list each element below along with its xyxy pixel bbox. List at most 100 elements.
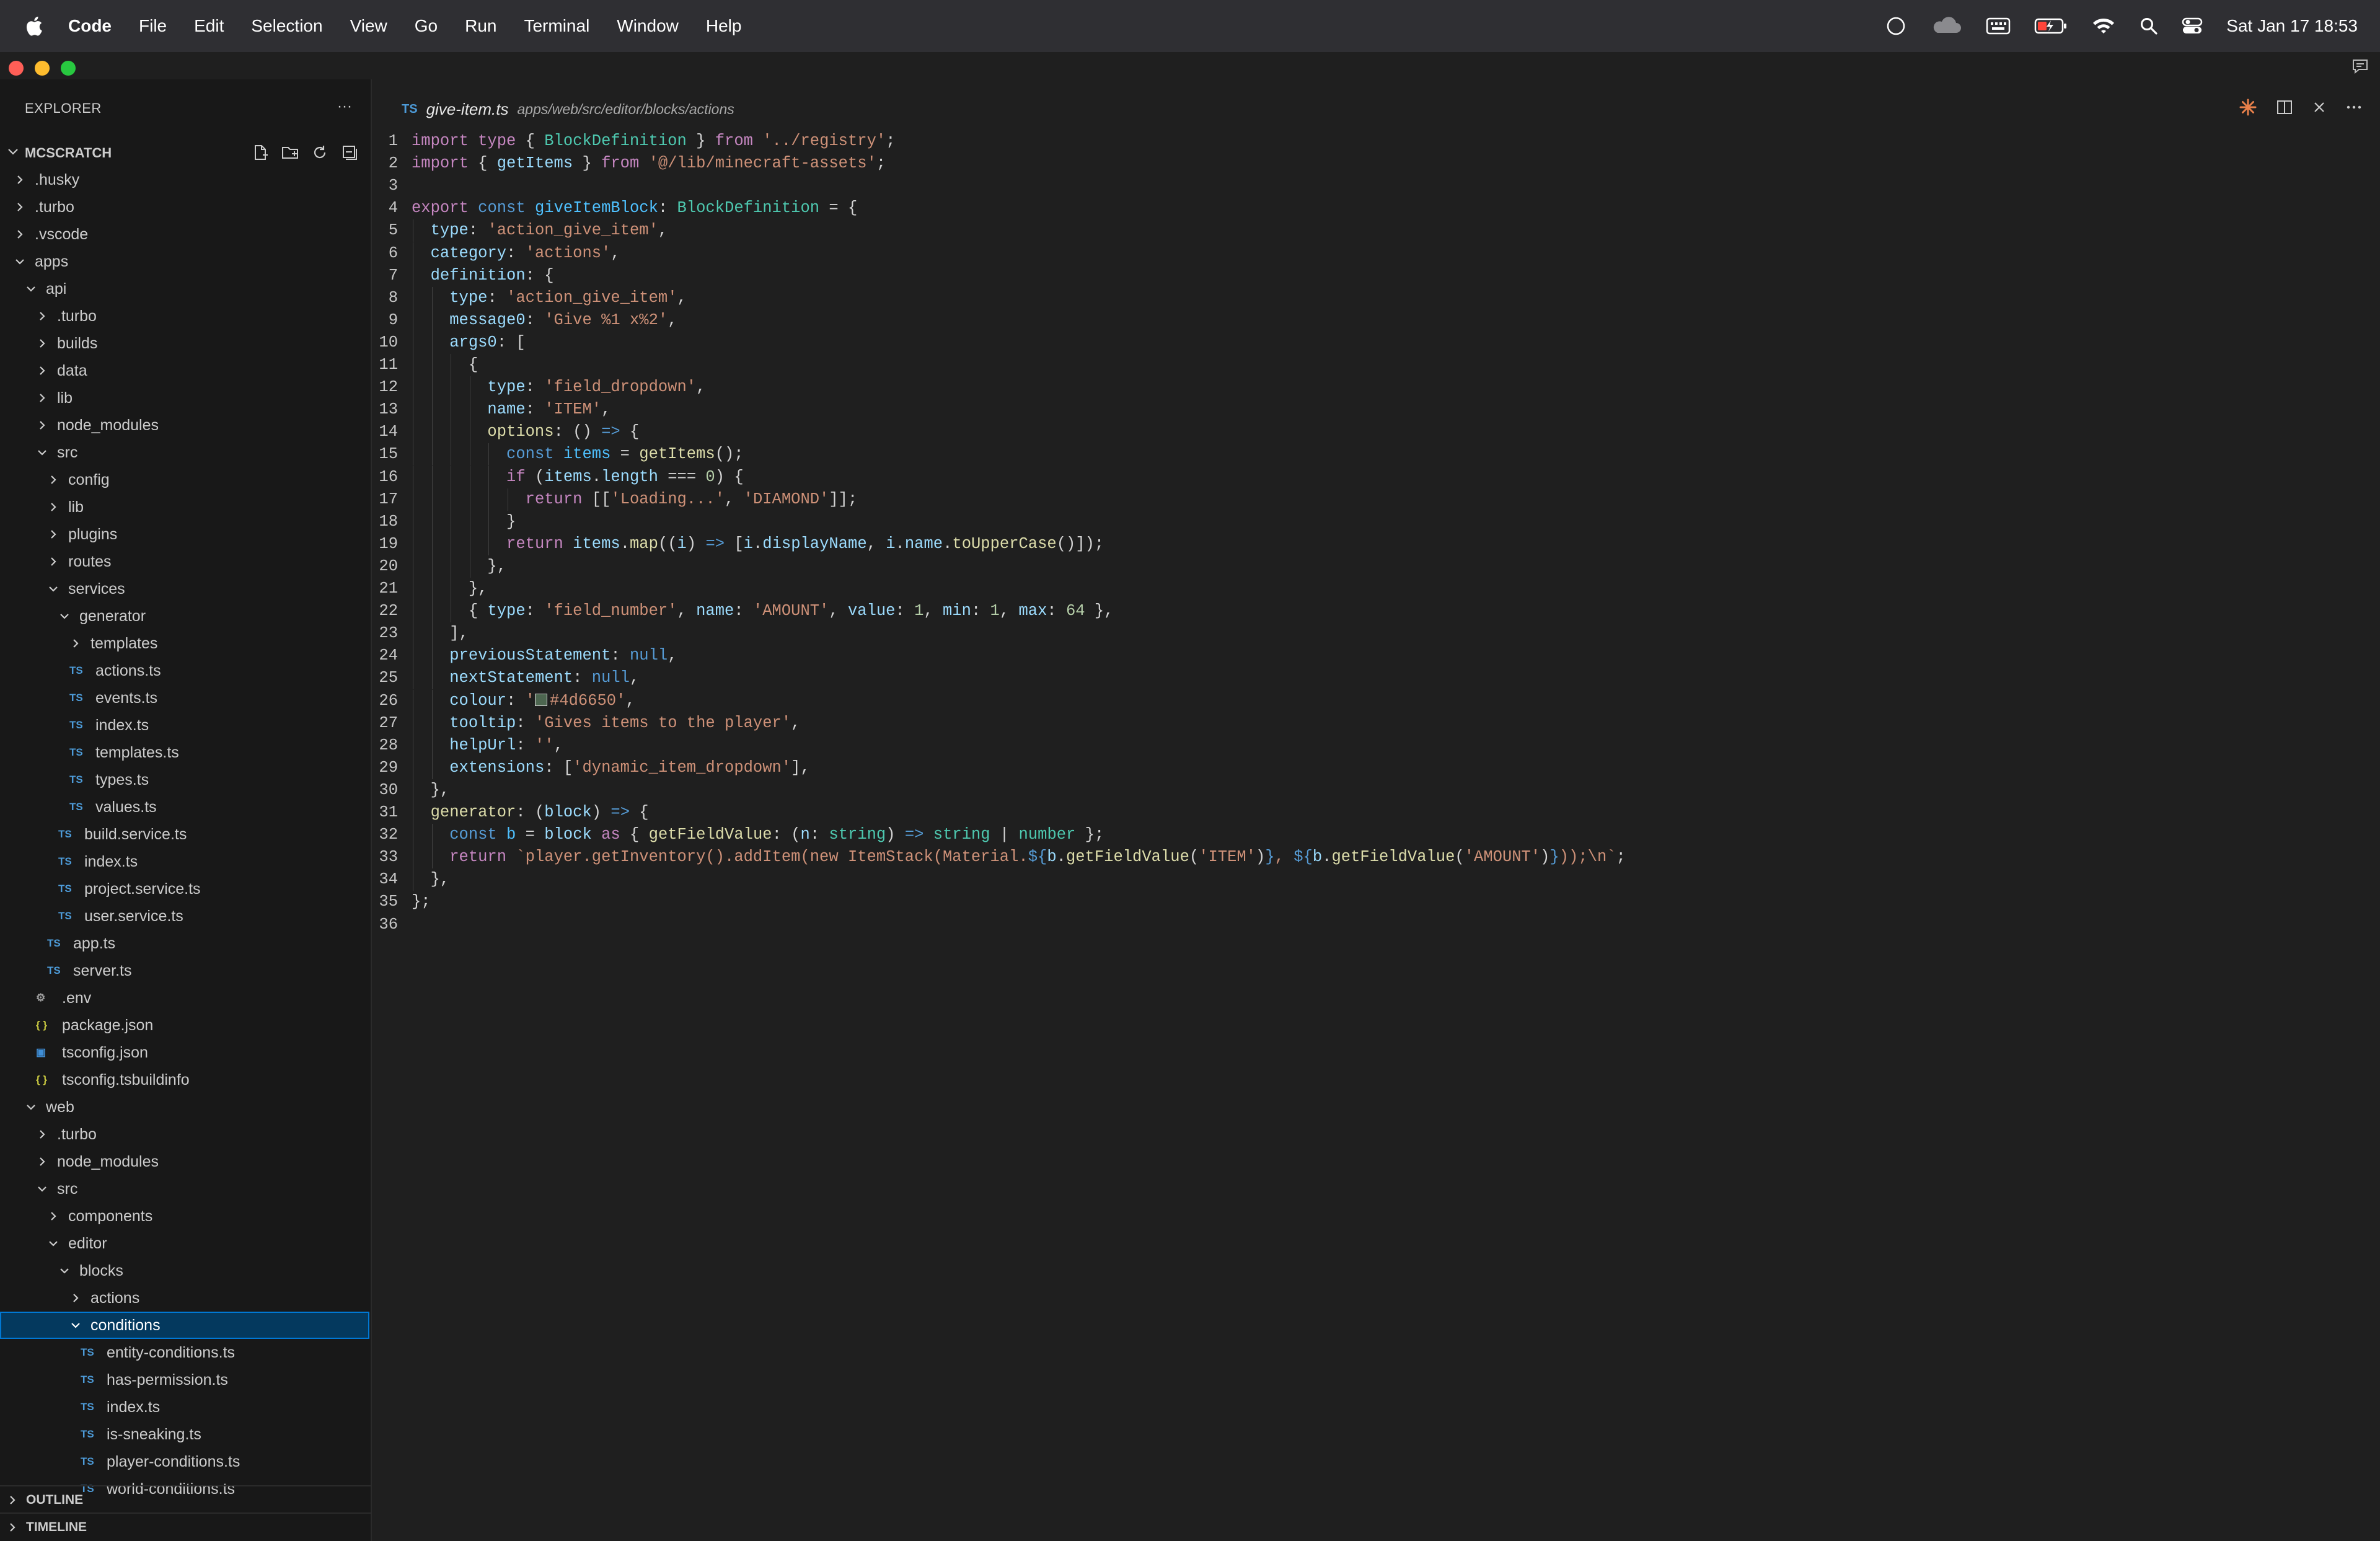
chevron-right-icon[interactable]	[47, 555, 60, 568]
tree-folder[interactable]: plugins	[0, 521, 369, 548]
menu-edit[interactable]: Edit	[194, 16, 224, 36]
keyboard-icon[interactable]	[1986, 17, 2011, 35]
cloud-icon[interactable]	[1930, 15, 1962, 37]
editor-tab-filename[interactable]: give-item.ts	[426, 100, 509, 119]
chevron-down-icon[interactable]	[58, 1265, 71, 1277]
chevron-down-icon[interactable]	[36, 446, 48, 459]
tree-folder[interactable]: routes	[0, 548, 369, 575]
menu-go[interactable]: Go	[415, 16, 438, 36]
tree-folder[interactable]: conditions	[0, 1312, 369, 1339]
chevron-right-icon[interactable]	[69, 1292, 82, 1304]
explorer-more-actions-icon[interactable]: ···	[337, 98, 352, 115]
chevron-right-icon[interactable]	[47, 1210, 60, 1222]
app-menu-code[interactable]: Code	[68, 16, 112, 36]
tree-file[interactable]: TS index.ts	[0, 1393, 369, 1421]
chevron-right-icon[interactable]	[47, 501, 60, 513]
chevron-right-icon[interactable]	[47, 474, 60, 486]
new-file-icon[interactable]	[252, 144, 269, 161]
feedback-icon[interactable]	[2351, 58, 2369, 74]
control-center-icon[interactable]	[2182, 17, 2203, 35]
tree-folder[interactable]: lib	[0, 384, 369, 412]
menu-help[interactable]: Help	[706, 16, 742, 36]
tree-file[interactable]: TS index.ts	[0, 712, 369, 739]
close-icon[interactable]	[2312, 100, 2327, 115]
tree-folder[interactable]: blocks	[0, 1257, 369, 1284]
menu-terminal[interactable]: Terminal	[524, 16, 589, 36]
tree-file[interactable]: TS entity-conditions.ts	[0, 1339, 369, 1366]
tree-folder[interactable]: apps	[0, 248, 369, 275]
refresh-icon[interactable]	[311, 144, 328, 161]
tree-folder[interactable]: .vscode	[0, 221, 369, 248]
chevron-down-icon[interactable]	[25, 283, 37, 295]
tree-file[interactable]: TS app.ts	[0, 930, 369, 957]
chevron-right-icon[interactable]	[36, 392, 48, 404]
tree-folder[interactable]: lib	[0, 493, 369, 521]
tree-folder[interactable]: components	[0, 1203, 369, 1230]
tree-file[interactable]: TS actions.ts	[0, 657, 369, 684]
tree-folder[interactable]: .husky	[0, 166, 369, 193]
tree-folder[interactable]: editor	[0, 1230, 369, 1257]
tree-file[interactable]: TS is-sneaking.ts	[0, 1421, 369, 1448]
chevron-right-icon[interactable]	[47, 528, 60, 541]
window-close-button[interactable]	[9, 61, 24, 76]
chevron-right-icon[interactable]	[36, 337, 48, 350]
tree-file[interactable]: TS types.ts	[0, 766, 369, 793]
tree-file[interactable]: TS server.ts	[0, 957, 369, 984]
wifi-icon[interactable]	[2091, 16, 2116, 36]
copilot-spark-icon[interactable]	[2239, 98, 2257, 117]
tree-folder[interactable]: .turbo	[0, 193, 369, 221]
tree-folder[interactable]: src	[0, 1175, 369, 1203]
chevron-down-icon[interactable]	[69, 1319, 82, 1331]
collapse-all-icon[interactable]	[341, 144, 358, 161]
tree-folder[interactable]: node_modules	[0, 1148, 369, 1175]
spotlight-search-icon[interactable]	[2140, 17, 2158, 35]
window-maximize-button[interactable]	[61, 61, 76, 76]
tree-file[interactable]: TS build.service.ts	[0, 821, 369, 848]
menu-run[interactable]: Run	[465, 16, 496, 36]
circle-icon[interactable]	[1885, 15, 1906, 37]
tree-file[interactable]: TS user.service.ts	[0, 903, 369, 930]
split-editor-icon[interactable]	[2276, 99, 2293, 116]
chevron-right-icon[interactable]	[36, 364, 48, 377]
menu-selection[interactable]: Selection	[251, 16, 322, 36]
window-minimize-button[interactable]	[35, 61, 50, 76]
chevron-down-icon[interactable]	[14, 255, 26, 268]
tree-file[interactable]: TS templates.ts	[0, 739, 369, 766]
chevron-right-icon[interactable]	[14, 228, 26, 241]
tree-file[interactable]: TS has-permission.ts	[0, 1366, 369, 1393]
chevron-right-icon[interactable]	[69, 637, 82, 650]
tree-folder[interactable]: node_modules	[0, 412, 369, 439]
tree-folder[interactable]: actions	[0, 1284, 369, 1312]
chevron-down-icon[interactable]	[47, 583, 60, 595]
tree-file[interactable]: TS project.service.ts	[0, 875, 369, 903]
tree-folder[interactable]: services	[0, 575, 369, 603]
menu-bar-clock[interactable]: Sat Jan 17 18:53	[2226, 16, 2358, 36]
tree-folder[interactable]: .turbo	[0, 1121, 369, 1148]
tree-folder[interactable]: generator	[0, 603, 369, 630]
chevron-down-icon[interactable]	[36, 1183, 48, 1195]
tree-file[interactable]: ⚙ .env	[0, 984, 369, 1012]
tree-file[interactable]: TS events.ts	[0, 684, 369, 712]
tree-folder[interactable]: src	[0, 439, 369, 466]
chevron-down-icon[interactable]	[58, 610, 71, 622]
tree-file[interactable]: TS values.ts	[0, 793, 369, 821]
tree-file[interactable]: TS player-conditions.ts	[0, 1448, 369, 1475]
chevron-right-icon[interactable]	[36, 1128, 48, 1141]
menu-view[interactable]: View	[350, 16, 387, 36]
new-folder-icon[interactable]	[281, 144, 299, 161]
tree-folder[interactable]: templates	[0, 630, 369, 657]
chevron-down-icon[interactable]	[47, 1237, 60, 1250]
battery-charging-icon[interactable]	[2034, 17, 2068, 35]
tree-folder[interactable]: api	[0, 275, 369, 302]
chevron-right-icon[interactable]	[14, 174, 26, 186]
tree-folder[interactable]: web	[0, 1093, 369, 1121]
apple-menu-icon[interactable]	[24, 15, 43, 37]
tree-file[interactable]: { } tsconfig.tsbuildinfo	[0, 1066, 369, 1093]
tree-file[interactable]: ▣ tsconfig.json	[0, 1039, 369, 1066]
chevron-down-icon[interactable]	[25, 1101, 37, 1113]
menu-window[interactable]: Window	[617, 16, 679, 36]
tree-folder[interactable]: .turbo	[0, 302, 369, 330]
chevron-right-icon[interactable]	[36, 1155, 48, 1168]
menu-file[interactable]: File	[139, 16, 167, 36]
outline-section-header[interactable]: OUTLINE	[0, 1485, 371, 1514]
